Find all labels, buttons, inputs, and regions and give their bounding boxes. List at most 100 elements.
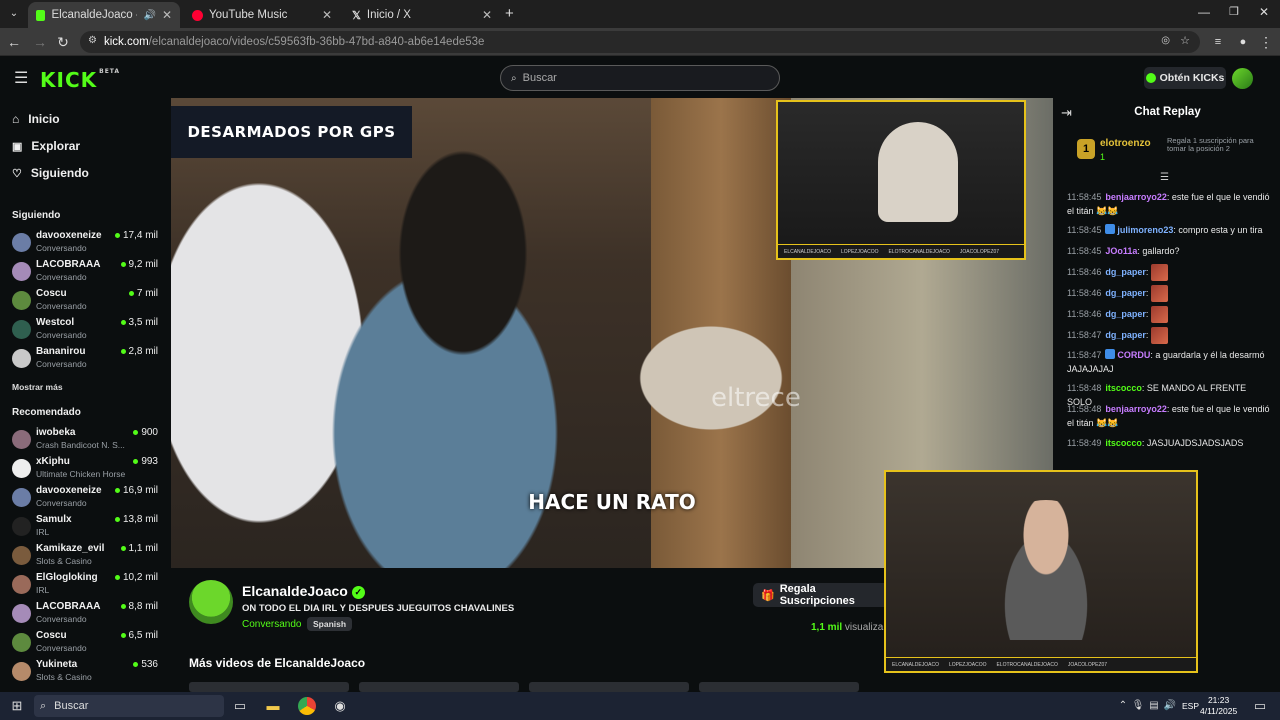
message-user[interactable]: julimoreno23	[1117, 225, 1173, 235]
sidebar-channel[interactable]: LACOBRAAA Conversando 9,2 mil	[12, 258, 162, 286]
show-more-link[interactable]: Mostrar más	[12, 382, 63, 392]
profile-icon[interactable]: ●	[1235, 34, 1251, 50]
sidebar-nav-siguiendo[interactable]: ♡ Siguiendo	[12, 166, 89, 180]
channel-category: Conversando	[36, 243, 87, 253]
sidebar-channel[interactable]: davooxeneize Conversando 16,9 mil	[12, 484, 162, 512]
close-tab-icon[interactable]: ✕	[322, 8, 332, 22]
tab-list-chevron-icon[interactable]: ⌄	[6, 6, 22, 22]
live-dot-icon	[114, 517, 120, 522]
top-gifter-name[interactable]: elotroenzo	[1100, 138, 1151, 149]
message-user[interactable]: dg_paper	[1105, 330, 1146, 340]
channel-category: Crash Bandicoot N. S...	[36, 440, 125, 450]
message-user[interactable]: itscocco	[1105, 438, 1142, 448]
taskbar-search-label: Buscar	[54, 700, 89, 712]
gift-subs-button[interactable]: 🎁 Regala Suscripciones	[753, 583, 893, 607]
message-user[interactable]: benjaarroyo22	[1105, 404, 1167, 414]
sidebar-channel[interactable]: davooxeneize Conversando 17,4 mil	[12, 229, 162, 257]
sidebar-channel[interactable]: LACOBRAAA Conversando 8,8 mil	[12, 600, 162, 628]
hamburger-menu-icon[interactable]: ☰	[14, 68, 28, 88]
sidebar-channel[interactable]: Kamikaze_evil Slots & Casino 1,1 mil	[12, 542, 162, 570]
sidebar-channel[interactable]: xKiphu Ultimate Chicken Horse 993	[12, 455, 162, 483]
viewer-count: 9,2 mil	[120, 259, 158, 270]
chrome-icon[interactable]	[298, 697, 316, 715]
audio-icon[interactable]: 🔊	[143, 10, 155, 21]
close-tab-icon[interactable]: ✕	[482, 8, 492, 22]
sidebar-channel[interactable]: Yukineta Slots & Casino 536	[12, 658, 162, 686]
network-icon[interactable]: ▤	[1146, 698, 1162, 714]
task-view-icon[interactable]: ▭	[232, 698, 248, 714]
url-field[interactable]: ⚙ kick.com/elcanaldejoaco/videos/c59563f…	[80, 31, 1200, 53]
taskbar-search[interactable]: ⌕ Buscar	[34, 695, 224, 717]
site-info-icon[interactable]: ⚙	[88, 35, 97, 46]
windows-start-icon[interactable]: ⊞	[9, 698, 25, 714]
stream-category-link[interactable]: Conversando	[242, 619, 301, 630]
sidebar-channel[interactable]: Coscu Conversando 7 mil	[12, 287, 162, 315]
floating-webcam-window[interactable]: ELCANALDEJOACO LOPEZJOACOO ELOTROCANALDE…	[884, 470, 1198, 673]
live-dot-icon	[120, 349, 126, 354]
viewer-count-value: 16,9 mil	[122, 485, 158, 496]
viewer-count-value: 8,8 mil	[128, 601, 158, 612]
hide-icon[interactable]: ◎	[1161, 35, 1170, 46]
get-kicks-button[interactable]: Obtén KICKs	[1144, 67, 1226, 89]
channel-avatar[interactable]	[189, 580, 233, 624]
sidebar-channel[interactable]: Westcol Conversando 3,5 mil	[12, 316, 162, 344]
new-tab-icon[interactable]: +	[505, 5, 514, 22]
microphone-icon[interactable]: 🎙	[1130, 698, 1146, 714]
restore-icon[interactable]: ❐	[1229, 5, 1239, 18]
close-window-icon[interactable]: ✕	[1259, 5, 1269, 19]
volume-icon[interactable]: 🔊	[1162, 698, 1178, 714]
close-tab-icon[interactable]: ✕	[162, 8, 172, 22]
video-thumbnail[interactable]	[359, 682, 519, 692]
message-user[interactable]: benjaarroyo22	[1105, 192, 1167, 202]
file-explorer-icon[interactable]: ▬	[265, 698, 281, 714]
message-user[interactable]: dg_paper	[1105, 288, 1146, 298]
video-thumbnail[interactable]	[529, 682, 689, 692]
sidebar-channel[interactable]: iwobeka Crash Bandicoot N. S... 900	[12, 426, 162, 454]
gift-cta[interactable]: Regala 1 suscripción para tomar la posic…	[1167, 137, 1273, 153]
message-time: 11:58:49	[1067, 438, 1102, 448]
kick-logo[interactable]: KICK BETA	[40, 68, 120, 92]
search-icon: ⌕	[40, 699, 47, 712]
message-user[interactable]: CORDU	[1117, 350, 1150, 360]
notifications-icon[interactable]: ▭	[1252, 698, 1268, 714]
tab-x[interactable]: 𝕏 Inicio / X ✕	[344, 2, 500, 28]
user-avatar[interactable]	[1232, 68, 1253, 89]
kicks-coin-icon	[1145, 73, 1156, 83]
message-user[interactable]: itscocco	[1105, 383, 1142, 393]
message-user[interactable]: JOo11a	[1105, 246, 1137, 256]
back-icon[interactable]: ←	[6, 34, 22, 50]
sidebar-channel[interactable]: Bananirou Conversando 2,8 mil	[12, 345, 162, 373]
filter-icon[interactable]: ☰	[1160, 172, 1169, 183]
channel-name-heading[interactable]: ElcanaldeJoaco ✓	[242, 583, 365, 599]
language-tag[interactable]: Spanish	[307, 617, 353, 631]
url-path: /elcanaldejoaco/videos/c59563fb-36bb-47b…	[148, 36, 485, 48]
tab-youtube-music[interactable]: YouTube Music ✕	[184, 2, 340, 28]
bookmark-star-icon[interactable]: ☆	[1180, 34, 1190, 47]
forward-icon[interactable]: →	[32, 34, 48, 50]
reload-icon[interactable]: ↻	[55, 34, 71, 50]
sidebar-nav-explorar[interactable]: ▣ Explorar	[12, 139, 80, 153]
tray-chevron-icon[interactable]: ⌃	[1115, 698, 1131, 714]
channel-name: davooxeneize	[36, 485, 102, 496]
channel-category: Conversando	[36, 272, 87, 282]
sidebar-nav-inicio[interactable]: ⌂ Inicio	[12, 112, 60, 126]
search-input[interactable]: ⌕ Buscar	[500, 65, 780, 91]
menu-dots-icon[interactable]: ⋮	[1258, 34, 1274, 50]
sidebar-channel[interactable]: ElGlogloking IRL 10,2 mil	[12, 571, 162, 599]
viewer-count-value: 1,1 mil	[128, 543, 158, 554]
tab-kick[interactable]: ElcanaldeJoaco - Watch the 🔊 ✕	[28, 2, 180, 28]
chat-message: 11:58:45 JOo11a: gallardo?	[1067, 246, 1180, 256]
system-clock[interactable]: 21:23 4/11/2025	[1200, 695, 1237, 717]
video-thumbnail[interactable]	[699, 682, 859, 692]
sidebar-channel[interactable]: Samulx IRL 13,8 mil	[12, 513, 162, 541]
media-control-icon[interactable]: ≡	[1210, 34, 1226, 50]
message-user[interactable]: dg_paper	[1105, 267, 1146, 277]
app-icon[interactable]: ◉	[332, 698, 348, 714]
input-language[interactable]: ESP	[1182, 701, 1199, 711]
sidebar-channel[interactable]: Coscu Conversando 6,5 mil	[12, 629, 162, 657]
video-thumbnail[interactable]	[189, 682, 349, 692]
avatar	[12, 262, 31, 281]
minimize-icon[interactable]: —	[1198, 5, 1210, 19]
channel-category: IRL	[36, 585, 50, 595]
message-user[interactable]: dg_paper	[1105, 309, 1146, 319]
